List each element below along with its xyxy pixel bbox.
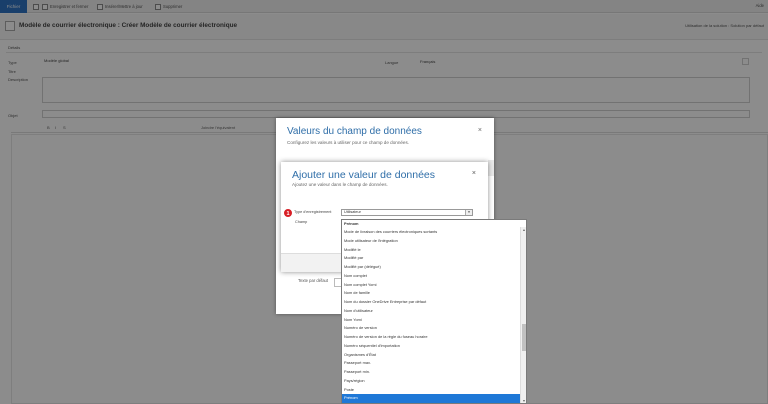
scroll-up-icon[interactable]: ▲ (521, 228, 526, 232)
step-badge-1: 1 (283, 208, 293, 218)
dropdown-option[interactable]: Passeport max. (342, 359, 520, 368)
field-label: Champ (295, 220, 308, 224)
dropdown-scrollbar[interactable]: ▲ ▼ (520, 227, 526, 403)
record-type-value: Utilisateur (344, 210, 361, 214)
dropdown-option[interactable]: Poste (342, 386, 520, 395)
dropdown-option[interactable]: Modifié par (délégué) (342, 263, 520, 272)
dialog2-subtitle: Ajoutez une valeur dans le champ de donn… (292, 182, 388, 187)
dropdown-option[interactable]: Nom Yomi (342, 316, 520, 325)
record-type-label: Type d'enregistrement (294, 210, 332, 214)
dropdown-option[interactable]: Modifié le (342, 246, 520, 255)
scroll-down-icon[interactable]: ▼ (521, 399, 526, 403)
dropdown-option[interactable]: Modifié par (342, 254, 520, 263)
dropdown-option[interactable]: Organismes d'État (342, 351, 520, 360)
dialog1-scrollbar[interactable] (488, 160, 494, 176)
dropdown-option[interactable]: Nom complet Yomi (342, 281, 520, 290)
dropdown-option[interactable]: Nom du dossier OneDrive Entreprise par d… (342, 298, 520, 307)
dropdown-option[interactable]: Numéro de version (342, 324, 520, 333)
dialog1-title: Valeurs du champ de données (287, 126, 422, 137)
dropdown-option[interactable]: Numéro de version de la règle du fuseau … (342, 333, 520, 342)
scroll-thumb[interactable] (522, 324, 526, 351)
dropdown-option[interactable]: Numéro séquentiel d'importation (342, 342, 520, 351)
close-icon[interactable]: × (478, 127, 482, 134)
default-text-label: Texte par défaut (298, 278, 329, 283)
dropdown-option[interactable]: Nom de famille (342, 289, 520, 298)
dropdown-option[interactable]: Nom d'utilisateur (342, 307, 520, 316)
field-dropdown-list[interactable]: Prénom Mode de livraison des courriers é… (341, 219, 527, 404)
dialog1-subtitle: Configurez les valeurs à utiliser pour c… (287, 140, 410, 145)
field-select-current[interactable]: Prénom (342, 220, 520, 227)
close-icon[interactable]: × (472, 170, 476, 177)
dropdown-option[interactable]: Nom complet (342, 272, 520, 281)
dropdown-option[interactable]: Prénom (342, 394, 520, 403)
dropdown-option[interactable]: Pays/région (342, 377, 520, 386)
dropdown-option[interactable]: Passeport min. (342, 368, 520, 377)
dropdown-option[interactable]: Mode utilisateur de l'intégration (342, 237, 520, 246)
chevron-down-icon[interactable]: ▾ (465, 210, 472, 215)
dropdown-option[interactable]: Mode de livraison des courriers électron… (342, 228, 520, 237)
record-type-select[interactable]: Utilisateur ▾ (341, 209, 473, 216)
dialog2-title: Ajouter une valeur de données (292, 169, 436, 181)
